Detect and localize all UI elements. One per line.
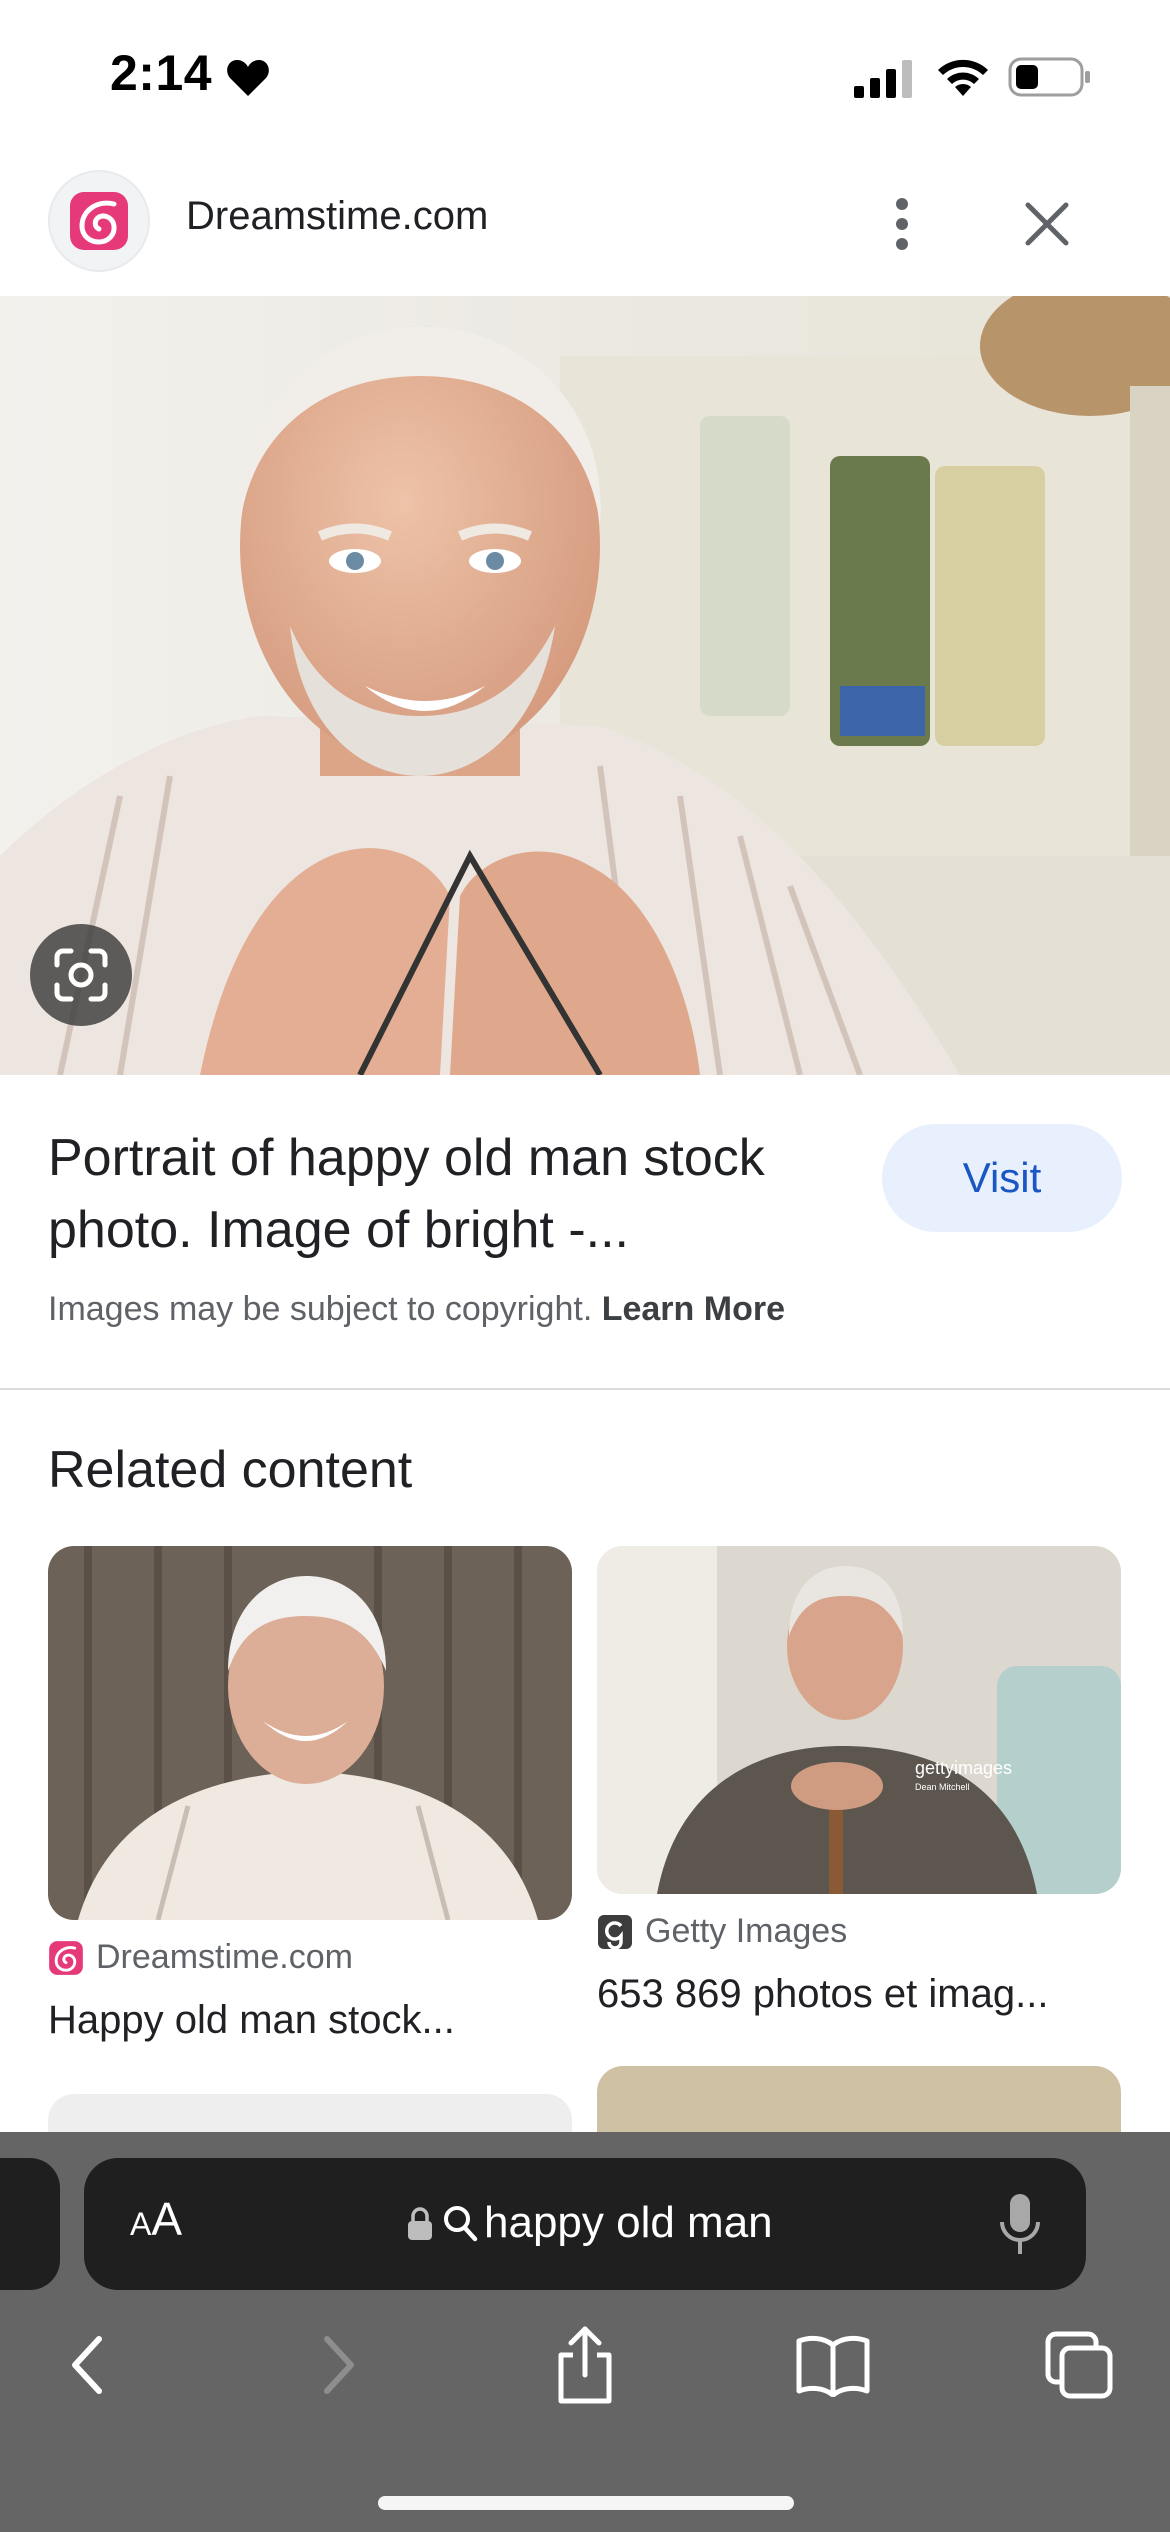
more-options-button[interactable]	[872, 184, 932, 264]
getty-watermark: gettyimages	[915, 1758, 1012, 1778]
share-button[interactable]	[540, 2320, 630, 2410]
chevron-right-icon	[324, 2336, 354, 2394]
close-button[interactable]	[1012, 184, 1082, 264]
microphone-icon[interactable]	[998, 2192, 1042, 2258]
copyright-text: Images may be subject to copyright.	[48, 1290, 593, 1328]
wifi-icon	[938, 59, 988, 96]
status-time: 2:14	[110, 45, 213, 101]
portrait-photo	[0, 296, 1170, 1075]
back-button[interactable]	[42, 2320, 132, 2410]
dreamstime-swirl-icon	[70, 192, 128, 250]
source-name[interactable]: Dreamstime.com	[186, 194, 488, 239]
address-bar[interactable]: AA happy old man	[84, 2158, 1086, 2290]
source-logo[interactable]	[48, 170, 150, 272]
related-thumbnail[interactable]: gettyimages Dean Mitchell	[597, 1546, 1121, 1894]
cellular-signal-icon	[854, 60, 912, 98]
related-source: Dreamstime.com	[48, 1938, 353, 1977]
getty-g-icon	[598, 1914, 632, 1950]
forward-button[interactable]	[294, 2320, 384, 2410]
getty-watermark-credit: Dean Mitchell	[915, 1782, 970, 1792]
divider	[0, 1388, 1170, 1390]
tabs-button[interactable]	[1034, 2320, 1124, 2410]
related-source-name: Dreamstime.com	[96, 1938, 353, 1976]
book-icon	[796, 2335, 870, 2397]
learn-more-link[interactable]: Learn More	[602, 1290, 785, 1328]
more-vert-icon	[896, 198, 908, 250]
bookmarks-button[interactable]	[788, 2320, 878, 2410]
home-indicator	[378, 2496, 794, 2510]
browser-toolbar: AA happy old man	[0, 2132, 1170, 2532]
close-icon	[1025, 202, 1069, 246]
related-thumbnail-partial[interactable]	[597, 2066, 1121, 2134]
previous-tab-peek[interactable]	[0, 2158, 60, 2290]
address-text[interactable]: happy old man	[484, 2198, 773, 2248]
related-title[interactable]: 653 869 photos et imag...	[597, 1972, 1048, 2017]
google-lens-icon	[54, 948, 108, 1002]
status-bar: 2:14	[0, 0, 1170, 150]
heart-icon	[227, 60, 269, 96]
related-thumbnail[interactable]	[48, 1546, 572, 1920]
share-icon	[558, 2326, 612, 2404]
google-lens-button[interactable]	[30, 924, 132, 1026]
main-image[interactable]	[0, 296, 1170, 1075]
copyright-notice: Images may be subject to copyright. Lear…	[48, 1290, 785, 1329]
image-title[interactable]: Portrait of happy old man stock photo. I…	[48, 1122, 848, 1266]
related-source-name: Getty Images	[645, 1912, 848, 1950]
related-title[interactable]: Happy old man stock...	[48, 1998, 455, 2043]
visit-button[interactable]: Visit	[882, 1124, 1122, 1232]
related-photo	[48, 1546, 572, 1920]
related-content-heading: Related content	[48, 1441, 413, 1499]
tabs-icon	[1045, 2331, 1113, 2399]
source-header: Dreamstime.com	[0, 150, 1170, 296]
dreamstime-swirl-icon	[49, 1940, 83, 1975]
related-card-dreamstime[interactable]: Dreamstime.com Happy old man stock...	[48, 1546, 572, 2066]
search-icon	[444, 2206, 478, 2242]
related-photo: gettyimages Dean Mitchell	[597, 1546, 1121, 1894]
chevron-left-icon	[72, 2336, 102, 2394]
reader-settings-button[interactable]: AA	[130, 2192, 182, 2246]
related-thumbnail-partial[interactable]	[48, 2094, 572, 2134]
related-source: Getty Images	[597, 1912, 847, 1951]
related-card-getty[interactable]: gettyimages Dean Mitchell Getty Images 6…	[597, 1546, 1121, 2046]
lock-icon	[408, 2207, 432, 2240]
battery-icon	[1008, 57, 1090, 97]
